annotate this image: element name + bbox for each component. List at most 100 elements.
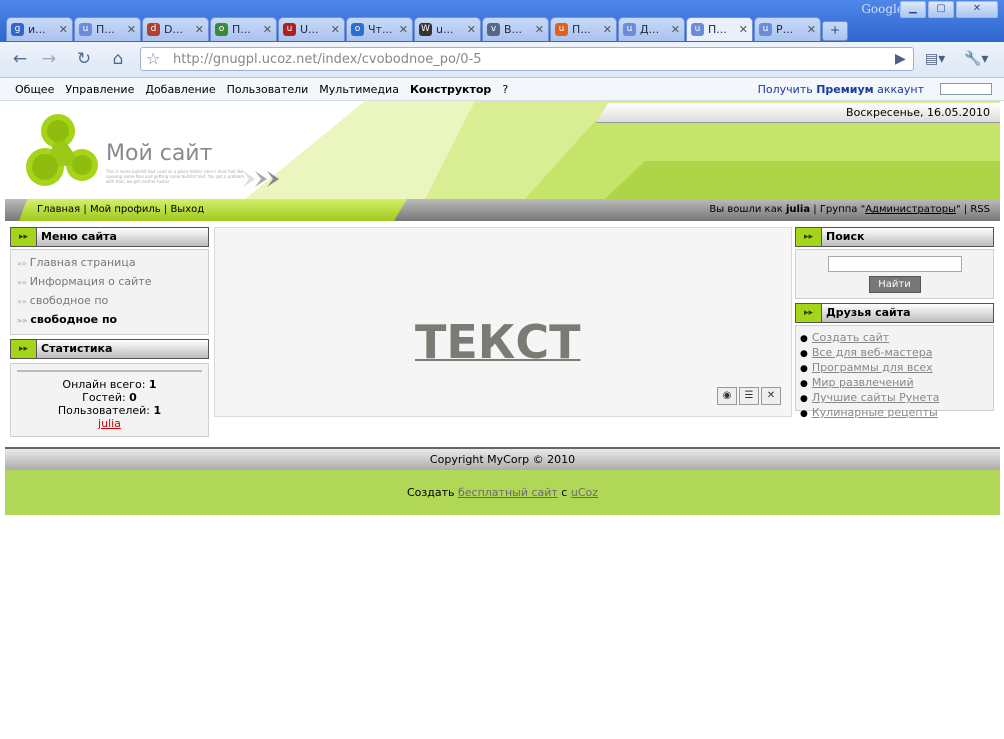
- friend-link[interactable]: ● Кулинарные рецепты: [800, 406, 993, 421]
- google-brand: Google: [861, 2, 904, 16]
- content-heading: ТЕКСТ: [415, 315, 581, 369]
- reload-button[interactable]: ↻: [73, 49, 95, 69]
- browser-tab[interactable]: v В... ✕: [482, 17, 549, 41]
- panel-slider[interactable]: [940, 83, 992, 95]
- tab-close-icon[interactable]: ✕: [535, 23, 544, 36]
- admin-help-link[interactable]: ?: [502, 83, 508, 96]
- go-arrow-icon[interactable]: ▶: [895, 51, 906, 67]
- browser-tab[interactable]: u Д... ✕: [618, 17, 685, 41]
- minimize-button[interactable]: ▁: [900, 1, 926, 18]
- tab-title: Чт...: [368, 23, 393, 36]
- edit-icon[interactable]: ☰: [739, 387, 759, 405]
- friend-link[interactable]: ● Все для веб-мастера: [800, 346, 993, 361]
- wrench-icon[interactable]: 🔧▾: [964, 51, 988, 67]
- tab-close-icon[interactable]: ✕: [127, 23, 136, 36]
- friend-link[interactable]: ● Создать сайт: [800, 331, 993, 346]
- ucoz-admin-panel: Общее Управление Добавление Пользователи Мул…: [0, 78, 1004, 101]
- tab-title: Д...: [640, 23, 660, 36]
- browser-tab[interactable]: u Р... ✕: [754, 17, 821, 41]
- browser-tab[interactable]: o П... ✕: [210, 17, 277, 41]
- admin-menu-item[interactable]: Добавление: [145, 83, 215, 96]
- guests-count: 0: [129, 391, 137, 404]
- menu-item-current[interactable]: »» свободное по: [11, 311, 208, 330]
- tab-close-icon[interactable]: ✕: [739, 23, 748, 36]
- admin-menu-item[interactable]: Пользователи: [227, 83, 309, 96]
- content-tools: ◉ ☰ ✕: [717, 387, 781, 405]
- tab-close-icon[interactable]: ✕: [331, 23, 340, 36]
- friend-link[interactable]: ● Мир развлечений: [800, 376, 993, 391]
- nav-profile-link[interactable]: Мой профиль: [90, 204, 161, 215]
- admin-menu-item[interactable]: Управление: [65, 83, 134, 96]
- browser-tab[interactable]: u U... ✕: [278, 17, 345, 41]
- admin-menu-item[interactable]: Мультимедиа: [319, 83, 399, 96]
- tab-favicon-icon: o: [351, 23, 364, 36]
- nav-home-link[interactable]: Главная: [37, 204, 80, 215]
- tab-favicon-icon: W: [419, 23, 432, 36]
- block-arrow-icon: ▸▸: [796, 304, 822, 322]
- tab-favicon-icon: u: [283, 23, 296, 36]
- browser-tab[interactable]: Wu... ✕: [414, 17, 481, 41]
- stats-header: ▸▸ Статистика: [10, 339, 209, 359]
- browser-tab[interactable]: u П... ✕: [686, 17, 753, 41]
- menu-item[interactable]: »» Главная страница: [11, 254, 208, 273]
- address-bar[interactable]: ☆ http://gnugpl.ucoz.net/index/cvobodnoe…: [140, 47, 914, 71]
- browser-toolbar: ← → ↻ ⌂ ☆ http://gnugpl.ucoz.net/index/c…: [0, 42, 1004, 78]
- nav-logout-link[interactable]: Выход: [170, 204, 204, 215]
- search-panel: Найти: [795, 249, 994, 299]
- close-window-button[interactable]: ✕: [956, 1, 998, 18]
- tab-close-icon[interactable]: ✕: [603, 23, 612, 36]
- tab-favicon-icon: u: [555, 23, 568, 36]
- premium-link[interactable]: Получить Премиум аккаунт: [758, 83, 924, 96]
- tab-close-icon[interactable]: ✕: [467, 23, 476, 36]
- tab-close-icon[interactable]: ✕: [807, 23, 816, 36]
- browser-tab[interactable]: d D... ✕: [142, 17, 209, 41]
- main-content: ТЕКСТ ◉ ☰ ✕: [214, 227, 792, 417]
- browser-tab[interactable]: u П... ✕: [74, 17, 141, 41]
- page-menu-icon[interactable]: ▤▾: [925, 51, 945, 67]
- browser-tab[interactable]: u П... ✕: [550, 17, 617, 41]
- tab-close-icon[interactable]: ✕: [263, 23, 272, 36]
- search-button[interactable]: Найти: [868, 276, 921, 293]
- view-icon[interactable]: ◉: [717, 387, 737, 405]
- admin-menu-constructor[interactable]: Конструктор: [410, 83, 491, 96]
- search-input[interactable]: [827, 256, 962, 272]
- browser-tab[interactable]: g и... ✕: [6, 17, 73, 41]
- tab-close-icon[interactable]: ✕: [59, 23, 68, 36]
- new-tab-button[interactable]: +: [822, 21, 848, 41]
- tab-title: В...: [504, 23, 523, 36]
- tab-close-icon[interactable]: ✕: [195, 23, 204, 36]
- friend-link[interactable]: ● Программы для всех: [800, 361, 993, 376]
- website: Воскресенье, 16.05.2010 Мой сайт This is…: [5, 101, 1000, 515]
- site-nav-links: Главная | Мой профиль | Выход: [19, 199, 407, 221]
- block-arrow-icon: ▸▸: [11, 340, 37, 358]
- menu-item[interactable]: »» Информация о сайте: [11, 273, 208, 292]
- logo-icon: [26, 114, 98, 186]
- ucoz-link[interactable]: uCoz: [571, 486, 598, 499]
- friend-link[interactable]: ● Лучшие сайты Рунета: [800, 391, 993, 406]
- delete-icon[interactable]: ✕: [761, 387, 781, 405]
- logged-user: julia: [785, 204, 811, 215]
- home-button[interactable]: ⌂: [107, 49, 129, 69]
- tab-favicon-icon: u: [79, 23, 92, 36]
- back-button[interactable]: ←: [9, 49, 31, 69]
- bookmark-star-icon[interactable]: ☆: [146, 49, 160, 68]
- site-header: Воскресенье, 16.05.2010 Мой сайт This is…: [5, 101, 1000, 199]
- online-user-link[interactable]: julia: [98, 417, 121, 430]
- site-navbar: Главная | Мой профиль | Выход Вы вошли к…: [5, 199, 1000, 221]
- tab-close-icon[interactable]: ✕: [671, 23, 680, 36]
- tab-title: Р...: [776, 23, 794, 36]
- block-arrow-icon: ▸▸: [11, 228, 37, 246]
- tab-close-icon[interactable]: ✕: [399, 23, 408, 36]
- forward-button[interactable]: →: [38, 49, 60, 69]
- login-status: Вы вошли как julia | Группа "Администрат…: [709, 204, 990, 215]
- browser-tab[interactable]: o Чт... ✕: [346, 17, 413, 41]
- maximize-button[interactable]: ▢: [928, 1, 954, 18]
- tab-title: П...: [708, 23, 727, 36]
- tab-title: П...: [572, 23, 591, 36]
- group-link[interactable]: Администраторы: [865, 204, 956, 215]
- tab-title: и...: [28, 23, 46, 36]
- tab-favicon-icon: u: [623, 23, 636, 36]
- free-site-link[interactable]: бесплатный сайт: [458, 486, 558, 499]
- admin-menu-item[interactable]: Общее: [15, 83, 54, 96]
- menu-item[interactable]: »» свободное по: [11, 292, 208, 311]
